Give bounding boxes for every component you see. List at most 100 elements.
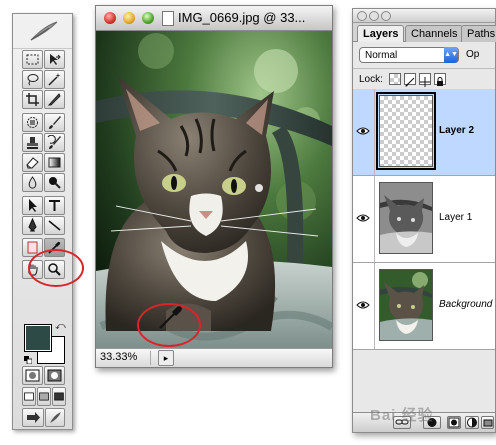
zoom-level[interactable]: 33.33%: [100, 351, 151, 365]
eye-icon[interactable]: [356, 300, 370, 310]
adjustment-icon: [467, 417, 477, 428]
palette-minimize-button[interactable]: [369, 11, 379, 21]
layer-thumbnail: [379, 182, 433, 254]
quick-mask-button[interactable]: [44, 366, 65, 385]
document-icon: [162, 11, 174, 26]
healing-brush-icon: [27, 117, 38, 128]
line-icon: [48, 220, 61, 231]
palette-close-button[interactable]: [357, 11, 367, 21]
layer-row-layer-2[interactable]: Layer 2: [353, 89, 495, 176]
slice-tool[interactable]: [44, 90, 65, 109]
tab-channels[interactable]: Channels: [405, 25, 464, 42]
new-layer-set-button[interactable]: [481, 416, 494, 429]
lock-label: Lock:: [359, 74, 383, 85]
image-canvas[interactable]: [96, 31, 332, 349]
eraser-icon: [26, 157, 39, 169]
magic-wand-tool[interactable]: [44, 70, 65, 89]
lock-position-button[interactable]: [419, 73, 431, 87]
zoom-button[interactable]: [142, 12, 154, 24]
color-cat-thumbnail: [380, 270, 432, 340]
path-selection-tool[interactable]: [22, 196, 43, 215]
minimize-button[interactable]: [123, 12, 135, 24]
brush-icon: [49, 116, 61, 129]
screen-full-icon: [54, 392, 64, 401]
lock-all-button[interactable]: [434, 73, 446, 86]
crop-icon: [26, 93, 39, 106]
browse-button[interactable]: [45, 408, 65, 427]
clone-stamp-tool[interactable]: [22, 133, 43, 152]
status-menu-button[interactable]: ▸: [158, 350, 174, 366]
cursor-highlight-circle: [137, 303, 201, 347]
imageready-icon: [26, 412, 40, 423]
screen-mode-menu-button[interactable]: [37, 387, 51, 406]
type-icon: [49, 200, 60, 211]
crop-tool[interactable]: [22, 90, 43, 109]
marquee-tool[interactable]: [22, 50, 43, 69]
lasso-tool[interactable]: [22, 70, 43, 89]
tab-layers[interactable]: Layers: [357, 25, 405, 42]
pen-icon: [28, 218, 37, 232]
type-tool[interactable]: [44, 196, 65, 215]
opacity-label: Op: [466, 49, 480, 60]
watermark: Bai 经验: [370, 407, 434, 424]
lasso-icon: [27, 74, 39, 86]
document-titlebar[interactable]: IMG_0669.jpg @ 33...: [96, 6, 332, 31]
palette-zoom-button[interactable]: [381, 11, 391, 21]
gradient-tool[interactable]: [44, 153, 65, 172]
path-selection-icon: [29, 199, 37, 212]
healing-brush-tool[interactable]: [22, 113, 43, 132]
eye-icon[interactable]: [356, 213, 370, 223]
layer-thumbnail: [379, 269, 433, 341]
add-mask-button[interactable]: [447, 416, 461, 429]
layer-row-layer-1[interactable]: Layer 1: [353, 176, 495, 263]
tab-paths[interactable]: Paths: [461, 25, 496, 42]
document-window: IMG_0669.jpg @ 33... 33.33% ▸: [95, 5, 333, 368]
pen-tool[interactable]: [22, 216, 43, 235]
layer-name[interactable]: Layer 2: [439, 125, 474, 136]
layer-name[interactable]: Background: [439, 299, 492, 310]
dropdown-arrows-icon: ▲▼: [444, 47, 458, 63]
close-button[interactable]: [104, 12, 116, 24]
standard-mode-button[interactable]: [22, 366, 43, 385]
quick-mask-icon: [47, 369, 62, 382]
lock-icon: [437, 77, 443, 86]
move-tool[interactable]: [44, 50, 65, 69]
layer-name[interactable]: Layer 1: [439, 212, 472, 223]
blur-tool[interactable]: [22, 173, 43, 192]
layer-thumbnail: [376, 92, 436, 170]
magic-wand-icon: [48, 73, 61, 86]
standard-mode-icon: [25, 369, 40, 382]
grayscale-cat-thumbnail: [380, 183, 432, 253]
jump-to-imageready-button[interactable]: [22, 408, 44, 427]
history-brush-icon: [47, 135, 61, 149]
lock-image-button[interactable]: [404, 73, 416, 87]
lock-transparency-button[interactable]: [389, 73, 401, 85]
slice-icon: [47, 93, 61, 106]
default-colors-icon[interactable]: [24, 356, 32, 364]
palette-titlebar[interactable]: [353, 9, 495, 23]
brush-tool[interactable]: [44, 113, 65, 132]
screen-standard-icon: [24, 392, 34, 401]
clone-stamp-icon: [27, 137, 38, 149]
screen-menu-icon: [39, 392, 49, 401]
mask-icon: [448, 417, 460, 428]
layer-row-background[interactable]: Background: [353, 263, 495, 350]
cat-photo: [96, 31, 332, 349]
line-tool[interactable]: [44, 216, 65, 235]
tools-palette: ⤺: [12, 13, 73, 430]
document-title: IMG_0669.jpg @ 33...: [178, 10, 306, 25]
blend-mode-select[interactable]: Normal ▲▼: [359, 47, 459, 63]
eraser-tool[interactable]: [22, 153, 43, 172]
swap-colors-icon[interactable]: ⤺: [55, 321, 66, 332]
new-adjustment-layer-button[interactable]: [465, 416, 479, 429]
toolbox-header: [13, 14, 72, 49]
screen-mode-standard-button[interactable]: [22, 387, 36, 406]
layers-palette: Layers Channels Paths Normal ▲▼ Op Lock:…: [352, 8, 496, 433]
history-brush-tool[interactable]: [44, 133, 65, 152]
dodge-tool[interactable]: [44, 173, 65, 192]
move-arrows-icon: [420, 77, 430, 87]
move-icon: [50, 54, 61, 65]
screen-mode-full-button[interactable]: [52, 387, 66, 406]
eye-icon[interactable]: [356, 126, 370, 136]
foreground-color-swatch[interactable]: [24, 324, 52, 352]
